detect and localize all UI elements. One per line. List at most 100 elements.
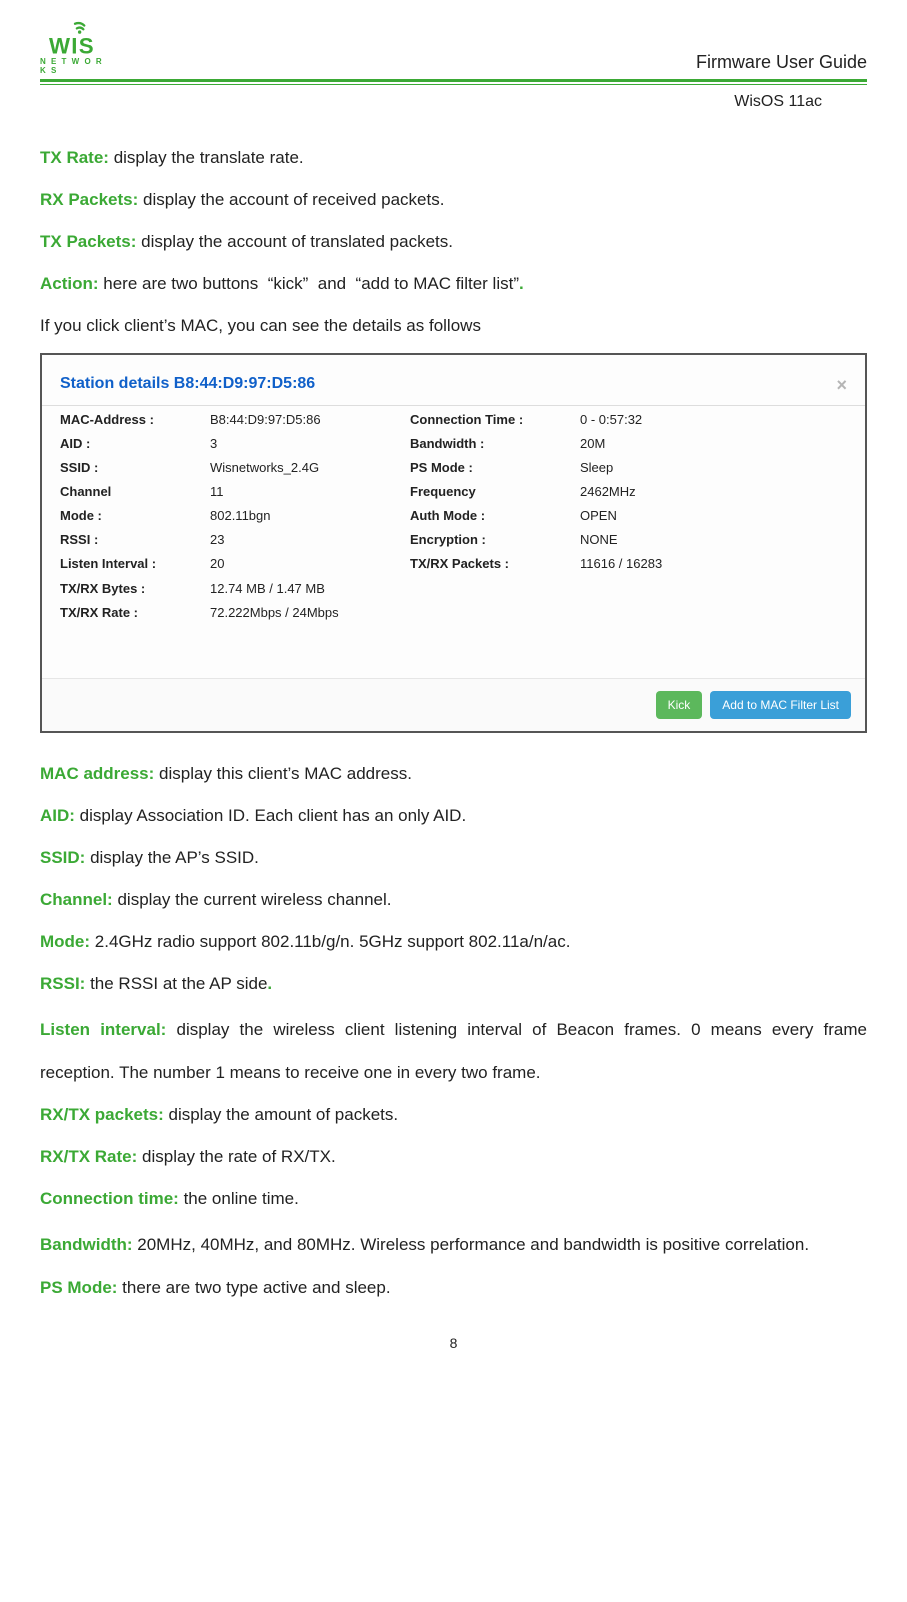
modal-title-prefix: Station details — [60, 375, 174, 392]
label-channel: Channel — [60, 484, 210, 499]
detail-grid: MAC-Address :B8:44:D9:97:D5:86Connection… — [42, 406, 865, 581]
term: Listen interval: — [40, 1020, 166, 1039]
wis-logo-icon: W I S — [45, 20, 105, 59]
detail-extra-rows: TX/RX Bytes :12.74 MB / 1.47 MB TX/RX Ra… — [42, 581, 865, 638]
station-details-modal: Station details B8:44:D9:97:D5:86 × MAC-… — [40, 353, 867, 733]
val-aid: 3 — [210, 436, 410, 451]
desc: display the amount of packets. — [164, 1105, 398, 1124]
term: SSID: — [40, 848, 85, 867]
label-mac: MAC-Address : — [60, 412, 210, 427]
label-txrxpkts: TX/RX Packets : — [410, 556, 580, 571]
def-rxtx-packets: RX/TX packets: display the amount of pac… — [40, 1098, 867, 1132]
val-channel: 11 — [210, 484, 410, 499]
desc: the online time. — [179, 1189, 299, 1208]
header-rule-thin — [40, 84, 867, 85]
def-rssi: RSSI: the RSSI at the AP side. — [40, 967, 867, 1001]
close-icon[interactable]: × — [836, 375, 847, 396]
label-aid: AID : — [60, 436, 210, 451]
def-aid: AID: display Association ID. Each client… — [40, 799, 867, 833]
page-number: 8 — [40, 1335, 867, 1351]
val-rssi: 23 — [210, 532, 410, 547]
dot: . — [519, 274, 524, 293]
term: Bandwidth: — [40, 1235, 133, 1254]
term: Mode: — [40, 932, 90, 951]
desc: display the account of received packets. — [138, 190, 444, 209]
def-rxtx-rate: RX/TX Rate: display the rate of RX/TX. — [40, 1140, 867, 1174]
label-psmode: PS Mode : — [410, 460, 580, 475]
desc: here are two buttons “kick” and “add to … — [99, 274, 519, 293]
val-conntime: 0 - 0:57:32 — [580, 412, 847, 427]
label-mode: Mode : — [60, 508, 210, 523]
term: TX Rate: — [40, 148, 109, 167]
term: Action: — [40, 274, 99, 293]
def-ps-mode: PS Mode: there are two type active and s… — [40, 1271, 867, 1305]
modal-title: Station details B8:44:D9:97:D5:86 × — [42, 361, 865, 405]
svg-text:I: I — [71, 33, 77, 58]
add-mac-filter-button[interactable]: Add to MAC Filter List — [710, 691, 851, 719]
modal-footer: Kick Add to MAC Filter List — [42, 678, 865, 731]
val-txrxpkts: 11616 / 16283 — [580, 556, 847, 571]
term: RX/TX Rate: — [40, 1147, 137, 1166]
term: TX Packets: — [40, 232, 136, 251]
def-listen-interval: Listen interval: display the wireless cl… — [40, 1009, 867, 1094]
header-rule-thick — [40, 79, 867, 82]
desc: display Association ID. Each client has … — [75, 806, 466, 825]
label-listen: Listen Interval : — [60, 556, 210, 571]
desc: display the translate rate. — [109, 148, 304, 167]
desc: display this client’s MAC address. — [154, 764, 412, 783]
brand-logo: W I S N E T W O R K S — [40, 20, 110, 75]
def-tx-rate: TX Rate: display the translate rate. — [40, 141, 867, 175]
def-bandwidth: Bandwidth: 20MHz, 40MHz, and 80MHz. Wire… — [40, 1224, 867, 1267]
val-frequency: 2462MHz — [580, 484, 847, 499]
desc: 20MHz, 40MHz, and 80MHz. Wireless perfor… — [133, 1235, 810, 1254]
def-ssid: SSID: display the AP’s SSID. — [40, 841, 867, 875]
svg-text:S: S — [79, 33, 94, 58]
svg-text:W: W — [49, 33, 70, 58]
val-bandwidth: 20M — [580, 436, 847, 451]
dot: . — [267, 974, 272, 993]
term: RSSI: — [40, 974, 85, 993]
val-psmode: Sleep — [580, 460, 847, 475]
page-header: W I S N E T W O R K S Firmware User Guid… — [40, 20, 867, 75]
doc-title: Firmware User Guide — [696, 52, 867, 73]
term: MAC address: — [40, 764, 154, 783]
label-frequency: Frequency — [410, 484, 580, 499]
label-ssid: SSID : — [60, 460, 210, 475]
def-tx-packets: TX Packets: display the account of trans… — [40, 225, 867, 259]
label-authmode: Auth Mode : — [410, 508, 580, 523]
kick-button[interactable]: Kick — [656, 691, 703, 719]
desc: 2.4GHz radio support 802.11b/g/n. 5GHz s… — [90, 932, 570, 951]
desc: the RSSI at the AP side — [85, 974, 267, 993]
term: PS Mode: — [40, 1278, 117, 1297]
def-action: Action: here are two buttons “kick” and … — [40, 267, 867, 301]
def-mode: Mode: 2.4GHz radio support 802.11b/g/n. … — [40, 925, 867, 959]
def-connection-time: Connection time: the online time. — [40, 1182, 867, 1216]
label-encryption: Encryption : — [410, 532, 580, 547]
term: RX Packets: — [40, 190, 138, 209]
term: Channel: — [40, 890, 113, 909]
val-mac: B8:44:D9:97:D5:86 — [210, 412, 410, 427]
desc: display the AP’s SSID. — [85, 848, 259, 867]
def-rx-packets: RX Packets: display the account of recei… — [40, 183, 867, 217]
label-rssi: RSSI : — [60, 532, 210, 547]
val-authmode: OPEN — [580, 508, 847, 523]
term: AID: — [40, 806, 75, 825]
desc: display the current wireless channel. — [113, 890, 392, 909]
def-channel: Channel: display the current wireless ch… — [40, 883, 867, 917]
label-txrxrate: TX/RX Rate : — [60, 605, 210, 620]
val-txrxrate: 72.222Mbps / 24Mbps — [210, 605, 847, 620]
term: RX/TX packets: — [40, 1105, 164, 1124]
def-mac-address: MAC address: display this client’s MAC a… — [40, 757, 867, 791]
doc-subtitle: WisOS 11ac — [40, 93, 867, 111]
label-conntime: Connection Time : — [410, 412, 580, 427]
desc: display the account of translated packet… — [136, 232, 453, 251]
val-ssid: Wisnetworks_2.4G — [210, 460, 410, 475]
modal-title-mac: B8:44:D9:97:D5:86 — [174, 375, 315, 392]
label-txrxbytes: TX/RX Bytes : — [60, 581, 210, 596]
val-listen: 20 — [210, 556, 410, 571]
val-txrxbytes: 12.74 MB / 1.47 MB — [210, 581, 847, 596]
val-encryption: NONE — [580, 532, 847, 547]
term: Connection time: — [40, 1189, 179, 1208]
brand-subtext: N E T W O R K S — [40, 57, 110, 75]
click-mac-line: If you click client’s MAC, you can see t… — [40, 309, 867, 343]
